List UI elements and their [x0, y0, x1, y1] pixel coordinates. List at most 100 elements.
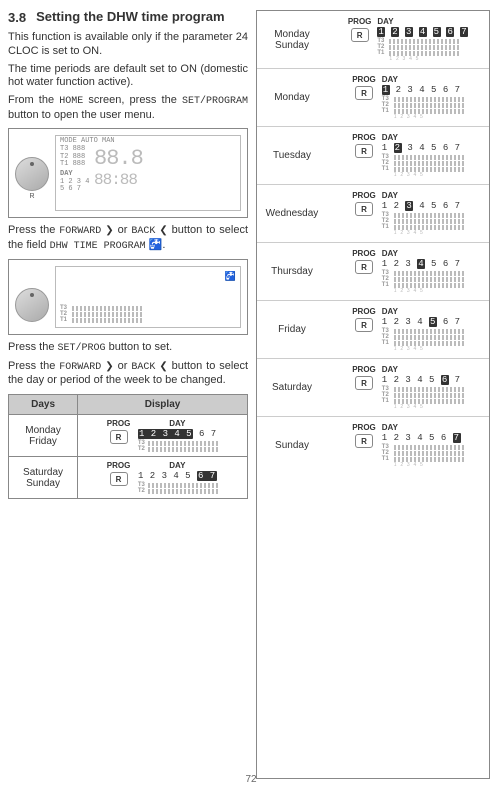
lcd-display: MODE AUTO MAN T3 888 T2 888 T1 888 DAY 1…	[55, 135, 241, 211]
display-cell: PROGRDAY1 2 3 4 5 6 7T3T2T11 2 3 4 5	[327, 359, 489, 417]
lcd-screenshot-2: 🚰 T3 T2 T1	[8, 259, 248, 335]
r-button-icon: R	[110, 472, 128, 486]
paragraph-4: Press the FORWARD ❯ or BACK ❮ button to …	[8, 224, 248, 253]
forward-chevron-icon: ❯	[105, 225, 113, 238]
prog-label: PROG	[352, 423, 376, 432]
day-numbers: 1 2 3 4 5 6 7	[382, 201, 464, 211]
section-number: 3.8	[8, 10, 26, 25]
day-range-label: Monday Friday	[9, 415, 78, 457]
table-row: FridayPROGRDAY1 2 3 4 5 6 7T3T2T11 2 3 4…	[257, 301, 489, 359]
day-name-cell: Wednesday	[257, 185, 327, 243]
day-name-cell: Monday	[257, 69, 327, 127]
prog-label: PROG	[107, 419, 131, 428]
day-numbers: 1 2 3 4 5 6 7	[136, 471, 218, 481]
bar-strip	[394, 277, 464, 282]
day-numbers: 1 2 3 4 5 6 7	[382, 317, 464, 327]
page-number: 72	[245, 774, 256, 785]
r-button-icon: R	[110, 430, 128, 444]
display-cell: PROGRDAY1 2 3 4 5 6 7T3T2T11 2 3 4 5	[327, 243, 489, 301]
bar-strip	[394, 167, 464, 172]
th-display: Display	[78, 395, 248, 415]
day-label: DAY	[382, 423, 464, 432]
right-column: Monday SundayPROGRDAY1 2 3 4 5 6 7T3T2T1…	[256, 10, 490, 779]
bar-strip	[394, 213, 464, 218]
r-button-icon: R	[355, 144, 373, 158]
display-cell: PROGRDAY1 2 3 4 5 6 7T3T2T11 2 3 4 5	[327, 185, 489, 243]
prog-label: PROG	[352, 365, 376, 374]
day-label: DAY	[136, 419, 218, 428]
bar-strip	[394, 457, 464, 462]
day-label: DAY	[377, 17, 468, 26]
table-row: SundayPROGRDAY1 2 3 4 5 6 7T3T2T11 2 3 4…	[257, 417, 489, 475]
para1-text: This function is available only if the p…	[8, 31, 248, 57]
day-numbers: 1 2 3 4 5 6 7	[382, 375, 464, 385]
display-cell: PROG R DAY 1 2 3 4 5 6 7 T3 T2	[78, 415, 248, 457]
day-name-cell: Saturday	[257, 359, 327, 417]
r-button-icon: R	[355, 260, 373, 274]
table-row: SaturdayPROGRDAY1 2 3 4 5 6 7T3T2T11 2 3…	[257, 359, 489, 417]
bar-strip	[394, 445, 464, 450]
prog-label: PROG	[352, 307, 376, 316]
day-name-cell: Monday Sunday	[257, 11, 327, 69]
paragraph-1: This function is available only if the p…	[8, 31, 248, 59]
day-name-cell: Thursday	[257, 243, 327, 301]
bar-strip	[394, 283, 464, 288]
day-range-label: Saturday Sunday	[9, 457, 78, 499]
rotary-knob-icon: R	[15, 157, 49, 191]
table-row: WednesdayPROGRDAY1 2 3 4 5 6 7T3T2T11 2 …	[257, 185, 489, 243]
paragraph-3: From the HOME screen, press the SET/PROG…	[8, 94, 248, 122]
day-numbers: 1 2 3 4 5 6 7	[382, 433, 464, 443]
time-scale: 1 2 3 4 5	[394, 114, 464, 120]
table-row: Monday SundayPROGRDAY1 2 3 4 5 6 7T3T2T1…	[257, 11, 489, 69]
bar-strip	[389, 51, 459, 56]
day-numbers: 1 2 3 4 5 6 7	[377, 27, 468, 37]
bar-strip	[394, 161, 464, 166]
bar-strip	[394, 387, 464, 392]
r-button-icon: R	[355, 86, 373, 100]
r-button-icon: R	[355, 318, 373, 332]
day-label: DAY	[136, 461, 218, 470]
time-scale: 1 2 3 4 5	[394, 230, 464, 236]
right-days-table: Monday SundayPROGRDAY1 2 3 4 5 6 7T3T2T1…	[257, 11, 489, 474]
day-label: DAY	[382, 365, 464, 374]
bar-strip	[394, 225, 464, 230]
day-name-cell: Sunday	[257, 417, 327, 475]
section-title: Setting the DHW time program	[36, 10, 225, 25]
r-button-icon: R	[355, 376, 373, 390]
paragraph-2: The time periods are default set to ON (…	[8, 63, 248, 91]
lcd-screenshot-1: R MODE AUTO MAN T3 888 T2 888 T1 888 DAY…	[8, 128, 248, 218]
table-row: TuesdayPROGRDAY1 2 3 4 5 6 7T3T2T11 2 3 …	[257, 127, 489, 185]
forward-chevron-icon: ❯	[105, 361, 113, 374]
display-cell: PROG R DAY 1 2 3 4 5 6 7 T3 T2	[78, 457, 248, 499]
prog-label: PROG	[348, 17, 372, 26]
bar-strip	[394, 393, 464, 398]
prog-label: PROG	[107, 461, 131, 470]
paragraph-5: Press the SET/PROG button to set.	[8, 341, 248, 356]
day-label: DAY	[382, 191, 464, 200]
bar-strip	[394, 335, 464, 340]
days-display-table: Days Display Monday Friday PROG R DAY 1 …	[8, 394, 248, 499]
bar-strip	[394, 399, 464, 404]
day-label: DAY	[382, 75, 464, 84]
back-chevron-icon: ❮	[159, 225, 167, 238]
prog-label: PROG	[352, 249, 376, 258]
table-row: Monday Friday PROG R DAY 1 2 3 4 5 6 7 T…	[9, 415, 248, 457]
time-scale: 1 2 3 4 5	[394, 172, 464, 178]
bar-strip	[394, 219, 464, 224]
bar-strip	[394, 451, 464, 456]
day-numbers: 1 2 3 4 5 6 7	[382, 85, 464, 95]
display-cell: PROGRDAY1 2 3 4 5 6 7T3T2T11 2 3 4 5	[327, 11, 489, 69]
day-name-cell: Tuesday	[257, 127, 327, 185]
day-label: DAY	[382, 307, 464, 316]
time-scale: 1 2 3 4 5	[394, 404, 464, 410]
bar-strip	[394, 109, 464, 114]
r-button-icon: R	[351, 28, 369, 42]
bar-strip	[394, 155, 464, 160]
section-heading: 3.8 Setting the DHW time program	[8, 10, 248, 25]
lcd-display-2: 🚰 T3 T2 T1	[55, 266, 241, 328]
display-cell: PROGRDAY1 2 3 4 5 6 7T3T2T11 2 3 4 5	[327, 301, 489, 359]
rotary-knob-icon	[15, 288, 49, 322]
display-cell: PROGRDAY1 2 3 4 5 6 7T3T2T11 2 3 4 5	[327, 127, 489, 185]
r-button-icon: R	[355, 202, 373, 216]
day-numbers: 1 2 3 4 5 6 7	[382, 259, 464, 269]
